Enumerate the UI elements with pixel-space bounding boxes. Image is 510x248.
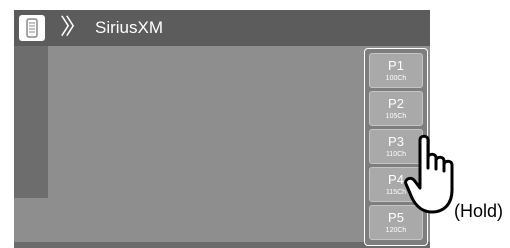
- double-chevron-icon[interactable]: 〉〉: [60, 13, 87, 41]
- preset-button-p1[interactable]: P1 100Ch: [369, 53, 423, 88]
- source-title: SiriusXM: [95, 18, 164, 37]
- left-side-panel: [14, 46, 48, 198]
- preset-button-p2[interactable]: P2 105Ch: [369, 91, 423, 126]
- preset-label: P2: [388, 96, 404, 111]
- radio-screen: 〉〉 SiriusXM P1 100Ch P2 105Ch P3 110Ch P…: [14, 10, 430, 248]
- top-bar: 〉〉 SiriusXM: [14, 10, 430, 46]
- radio-source-icon[interactable]: [19, 15, 45, 41]
- preset-channel: 105Ch: [385, 113, 407, 120]
- hold-label: (Hold): [454, 201, 504, 221]
- preset-channel: 100Ch: [385, 75, 407, 82]
- preset-label: P1: [388, 58, 404, 73]
- preset-channel: 120Ch: [385, 227, 407, 234]
